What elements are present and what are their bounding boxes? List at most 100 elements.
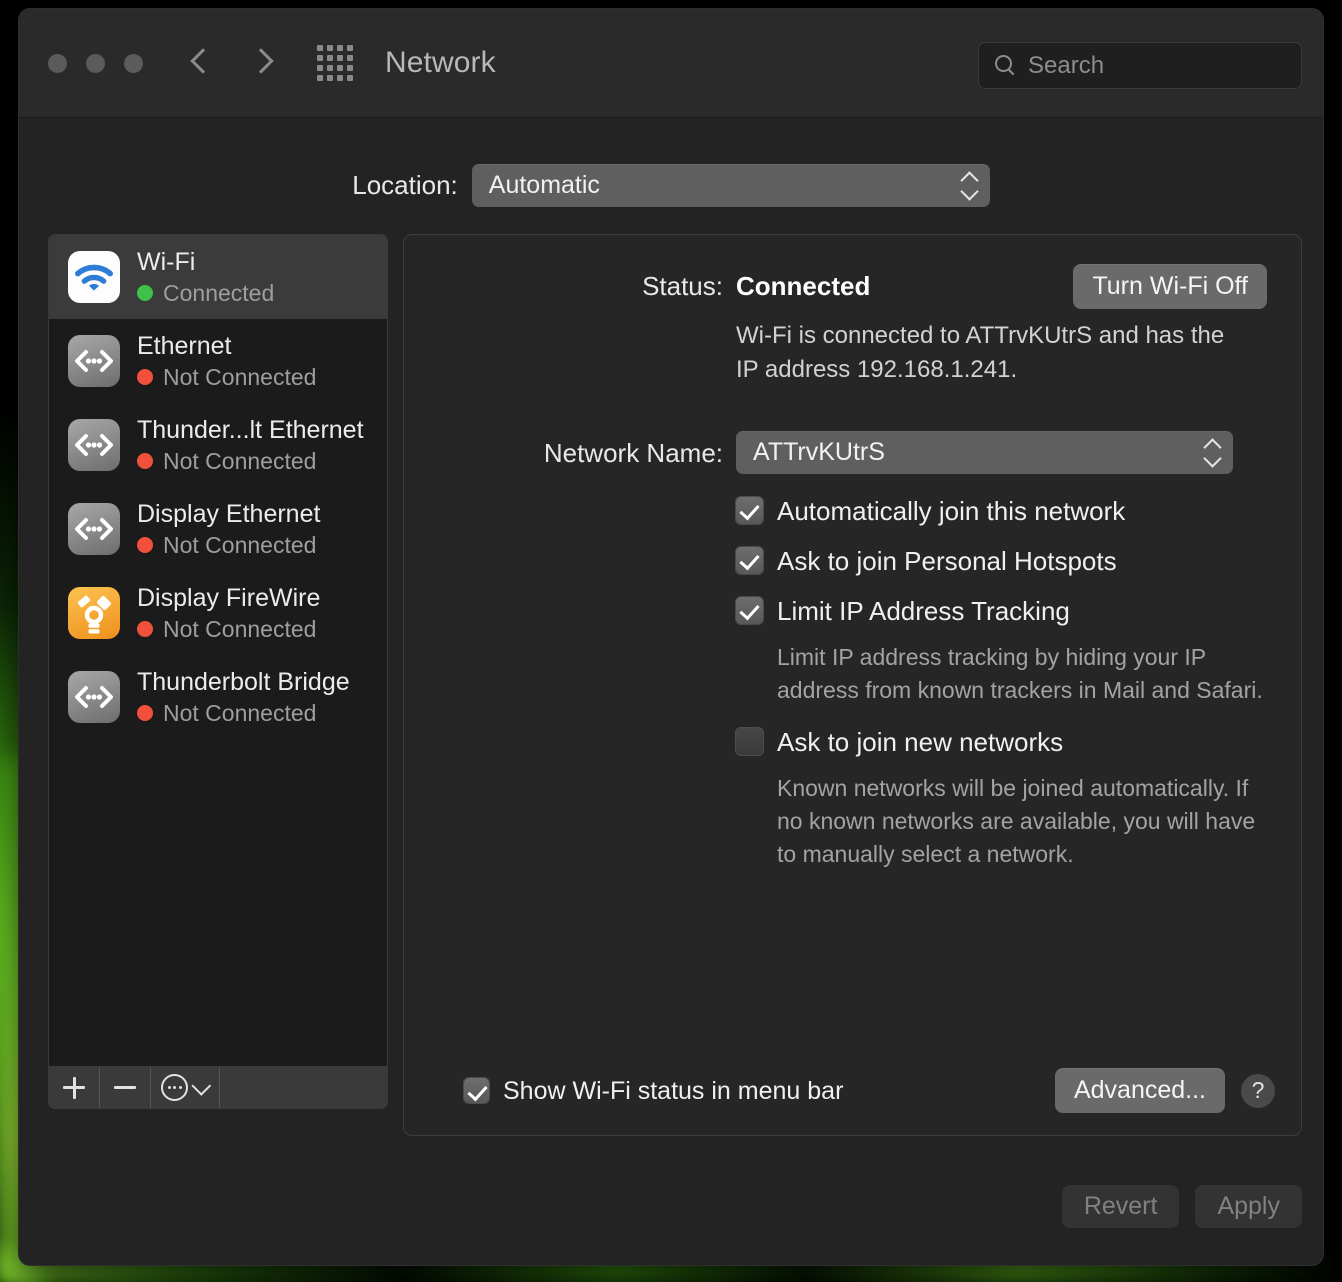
ethernet-icon [68,335,120,387]
status-text: Not Connected [163,363,317,390]
network-name-label: Network Name: [543,438,723,469]
remove-service-button[interactable] [100,1067,151,1108]
close-button[interactable] [48,53,67,73]
status-dot-icon [137,537,153,553]
sidebar-item-text: Wi-Fi Connected [137,248,274,307]
advanced-button[interactable]: Advanced... [1054,1068,1225,1113]
minimize-button[interactable] [86,53,105,73]
status-value: Connected [736,271,871,301]
navigation-buttons [191,45,273,81]
show-status-menu-bar-label: Show Wi-Fi status in menu bar [503,1076,844,1105]
services-sidebar: Wi-Fi Connected Ethernet Not Connected T… [48,234,388,1109]
window-content: Location: Automatic Wi-Fi Connected Ethe… [19,118,1323,1265]
panes: Wi-Fi Connected Ethernet Not Connected T… [19,207,1323,1136]
window-titlebar: Network Search [19,9,1323,118]
network-name-row: Network Name: ATTrvKUtrS [438,431,1267,475]
status-badge: Not Connected [137,448,364,475]
add-service-button[interactable] [49,1067,100,1108]
zoom-button[interactable] [124,53,143,73]
wifi-detail-panel: Status: Connected Turn Wi-Fi Off Wi-Fi i… [403,234,1302,1136]
ethernet-icon [68,419,120,471]
firewire-icon [68,587,120,639]
minus-icon [114,1077,136,1099]
show-all-grid-icon[interactable] [317,45,353,81]
wifi-icon [68,251,120,303]
status-text: Not Connected [163,615,317,642]
sidebar-item-text: Ethernet Not Connected [137,332,316,391]
status-text: Not Connected [163,447,317,474]
turn-wifi-off-button[interactable]: Turn Wi-Fi Off [1073,264,1267,309]
panel-bottom-actions: Advanced... ? [1054,1068,1275,1113]
sidebar-item-display-ethernet[interactable]: Display Ethernet Not Connected [49,487,387,571]
status-badge: Not Connected [137,364,316,391]
sidebar-item-thunderbolt-bridge[interactable]: Thunderbolt Bridge Not Connected [49,655,387,739]
forward-chevron-icon[interactable] [251,45,273,81]
auto-join-checkbox-row[interactable]: Automatically join this network [736,491,1267,531]
status-badge: Not Connected [137,616,320,643]
limit-ip-tracking-help: Limit IP address tracking by hiding your… [777,644,1263,703]
status-dot-icon [137,621,153,637]
apply-button[interactable]: Apply [1195,1185,1302,1228]
network-name-value: ATTrvKUtrS [753,438,885,467]
sidebar-item-label: Display FireWire [137,583,321,612]
sidebar-item-ethernet[interactable]: Ethernet Not Connected [49,319,387,403]
ask-hotspots-checkbox[interactable] [736,547,763,575]
wifi-options: Automatically join this network Ask to j… [736,491,1267,870]
services-toolbar [48,1066,388,1109]
auto-join-checkbox[interactable] [736,497,763,525]
limit-ip-tracking-label: Limit IP Address Tracking [777,596,1070,627]
limit-ip-tracking-checkbox[interactable] [736,597,763,625]
ethernet-icon [68,671,120,723]
status-description-row: Wi-Fi is connected to ATTrvKUtrS and has… [438,308,1267,387]
chevron-updown-icon [960,171,978,201]
status-dot-icon [137,705,153,721]
service-actions-button[interactable] [151,1067,220,1108]
sidebar-item-display-firewire[interactable]: Display FireWire Not Connected [49,571,387,655]
ethernet-icon [68,503,120,555]
status-text: Connected [163,279,275,306]
sidebar-item-label: Thunderbolt Bridge [137,667,350,696]
sidebar-item-thunderbolt-ethernet[interactable]: Thunder...lt Ethernet Not Connected [49,403,387,487]
sidebar-item-text: Display FireWire Not Connected [137,584,320,643]
sidebar-item-wi-fi[interactable]: Wi-Fi Connected [49,235,387,319]
status-text: Not Connected [163,699,317,726]
status-text: Not Connected [163,531,317,558]
ask-new-networks-help: Known networks will be joined automatica… [777,775,1256,867]
status-badge: Connected [137,280,274,307]
ask-hotspots-checkbox-row[interactable]: Ask to join Personal Hotspots [736,541,1267,581]
plus-icon [63,1076,85,1099]
show-status-menu-bar-checkbox[interactable] [464,1078,489,1103]
location-popup-button[interactable]: Automatic [471,164,990,207]
sidebar-item-text: Display Ethernet Not Connected [137,500,320,559]
status-label: Status: [642,271,723,301]
turn-wifi-off-wrap: Turn Wi-Fi Off [1073,264,1267,309]
limit-ip-tracking-checkbox-row[interactable]: Limit IP Address Tracking [736,591,1267,631]
ask-new-networks-checkbox-row[interactable]: Ask to join new networks [736,722,1267,762]
chevron-down-icon [191,1075,212,1096]
sidebar-item-text: Thunderbolt Bridge Not Connected [137,668,350,727]
ellipsis-circle-icon [161,1074,188,1101]
traffic-lights [48,53,143,73]
show-status-menu-bar-row[interactable]: Show Wi-Fi status in menu bar [464,1071,843,1111]
back-chevron-icon[interactable] [191,45,213,81]
sidebar-item-label: Thunder...lt Ethernet [137,415,364,444]
ask-new-networks-checkbox[interactable] [736,728,763,756]
page-title: Network [385,46,496,79]
sidebar-item-text: Thunder...lt Ethernet Not Connected [137,416,364,475]
sidebar-item-label: Display Ethernet [137,499,321,528]
status-badge: Not Connected [137,700,350,727]
ask-new-networks-label: Ask to join new networks [777,727,1064,758]
location-label: Location: [352,170,458,200]
sidebar-item-label: Wi-Fi [137,247,196,276]
status-badge: Not Connected [137,532,320,559]
chevron-updown-icon [1203,438,1221,468]
location-row: Location: Automatic [19,118,1323,207]
status-dot-icon [137,369,153,385]
network-name-popup-button[interactable]: ATTrvKUtrS [736,431,1233,475]
revert-button[interactable]: Revert [1061,1185,1180,1228]
help-button[interactable]: ? [1241,1073,1275,1108]
search-field[interactable]: Search [978,42,1302,89]
sidebar-item-label: Ethernet [137,331,232,360]
services-list: Wi-Fi Connected Ethernet Not Connected T… [48,234,388,1066]
